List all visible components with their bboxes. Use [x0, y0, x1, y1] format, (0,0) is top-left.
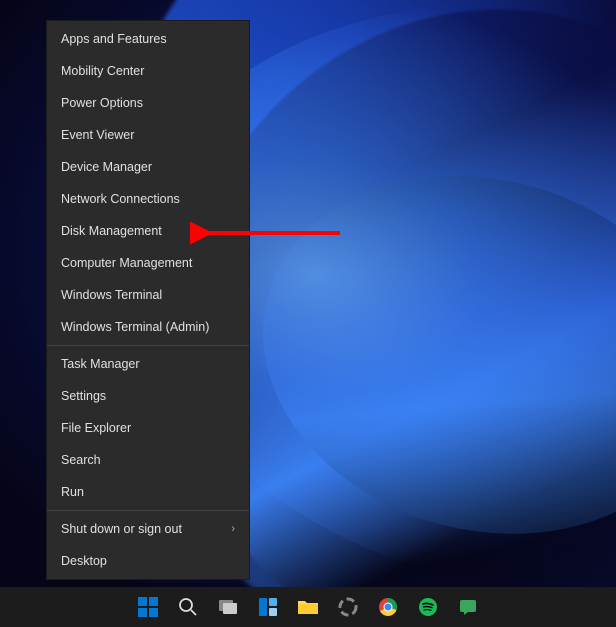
menu-label: Computer Management [61, 255, 192, 271]
menu-settings[interactable]: Settings [47, 380, 249, 412]
menu-windows-terminal[interactable]: Windows Terminal [47, 279, 249, 311]
circle-app-icon [338, 597, 358, 617]
app-button-1[interactable] [334, 593, 362, 621]
menu-disk-management[interactable]: Disk Management [47, 215, 249, 247]
menu-label: Windows Terminal (Admin) [61, 319, 209, 335]
chevron-right-icon: › [231, 521, 235, 537]
task-view-icon [218, 598, 238, 616]
menu-label: Event Viewer [61, 127, 134, 143]
menu-divider [47, 345, 249, 346]
chrome-icon [378, 597, 398, 617]
spotify-button[interactable] [414, 593, 442, 621]
menu-label: Windows Terminal [61, 287, 162, 303]
menu-label: Search [61, 452, 101, 468]
menu-label: Task Manager [61, 356, 140, 372]
menu-label: Shut down or sign out [61, 521, 182, 537]
task-view-button[interactable] [214, 593, 242, 621]
start-button[interactable] [134, 593, 162, 621]
menu-desktop[interactable]: Desktop [47, 545, 249, 577]
menu-task-manager[interactable]: Task Manager [47, 348, 249, 380]
menu-computer-management[interactable]: Computer Management [47, 247, 249, 279]
menu-label: Settings [61, 388, 106, 404]
file-explorer-button[interactable] [294, 593, 322, 621]
menu-event-viewer[interactable]: Event Viewer [47, 119, 249, 151]
menu-label: Device Manager [61, 159, 152, 175]
search-button[interactable] [174, 593, 202, 621]
menu-file-explorer[interactable]: File Explorer [47, 412, 249, 444]
menu-windows-terminal-admin[interactable]: Windows Terminal (Admin) [47, 311, 249, 343]
menu-label: Power Options [61, 95, 143, 111]
menu-divider [47, 510, 249, 511]
menu-label: Network Connections [61, 191, 180, 207]
taskbar [0, 587, 616, 627]
windows-logo-icon [138, 597, 158, 617]
folder-icon [297, 598, 319, 616]
menu-label: Apps and Features [61, 31, 167, 47]
widgets-button[interactable] [254, 593, 282, 621]
chat-button[interactable] [454, 593, 482, 621]
menu-search[interactable]: Search [47, 444, 249, 476]
winx-context-menu: Apps and Features Mobility Center Power … [46, 20, 250, 580]
menu-device-manager[interactable]: Device Manager [47, 151, 249, 183]
menu-power-options[interactable]: Power Options [47, 87, 249, 119]
chrome-button[interactable] [374, 593, 402, 621]
menu-label: Disk Management [61, 223, 162, 239]
menu-run[interactable]: Run [47, 476, 249, 508]
menu-label: Run [61, 484, 84, 500]
menu-network-connections[interactable]: Network Connections [47, 183, 249, 215]
menu-shutdown-submenu[interactable]: Shut down or sign out › [47, 513, 249, 545]
search-icon [178, 597, 198, 617]
menu-label: File Explorer [61, 420, 131, 436]
menu-label: Mobility Center [61, 63, 144, 79]
widgets-icon [258, 597, 278, 617]
chat-icon [458, 597, 478, 617]
menu-label: Desktop [61, 553, 107, 569]
spotify-icon [418, 597, 438, 617]
menu-apps-and-features[interactable]: Apps and Features [47, 23, 249, 55]
menu-mobility-center[interactable]: Mobility Center [47, 55, 249, 87]
